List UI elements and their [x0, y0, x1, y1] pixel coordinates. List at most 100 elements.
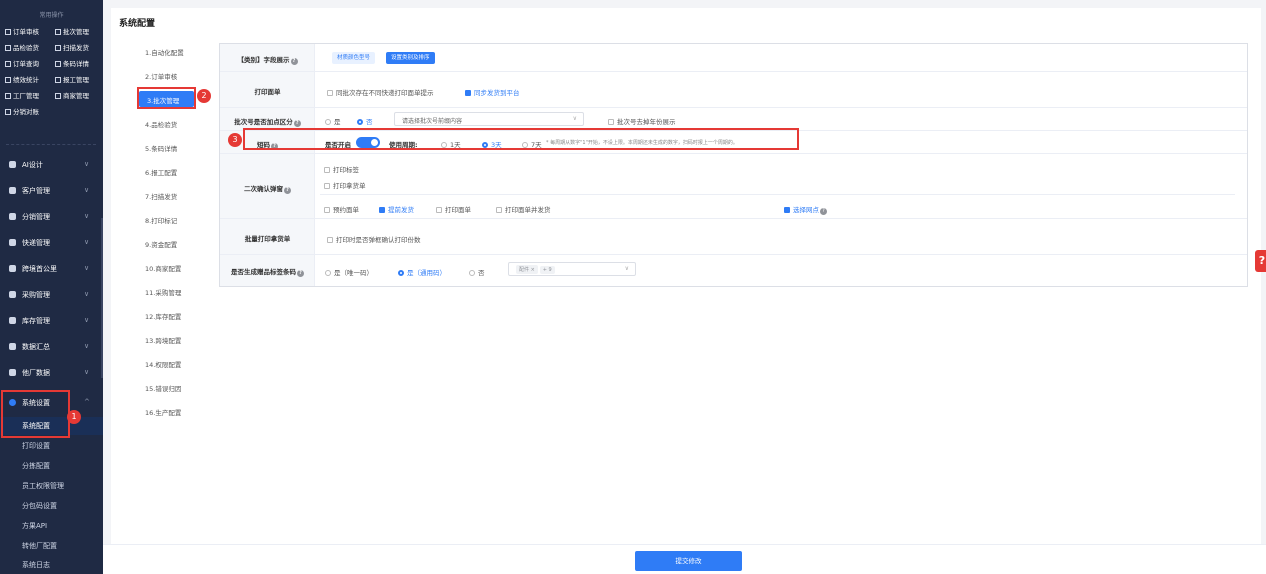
highlight-box-3	[243, 128, 799, 150]
menu-customers[interactable]: 客户管理 ∨	[0, 180, 103, 202]
toc-item[interactable]: 15.错误归因	[137, 379, 207, 395]
quick-item[interactable]: 绩效统计	[5, 74, 39, 84]
toc-item[interactable]: 2.订单审核	[137, 67, 207, 83]
submenu-package-code[interactable]: 分包码设置	[0, 497, 103, 515]
chevron-down-icon: ∨	[84, 212, 90, 220]
radio-no[interactable]: 否	[357, 116, 373, 126]
checkbox-print-pick-list[interactable]: 打印拿货单	[324, 180, 366, 190]
field-tag[interactable]: 材质颜色型号	[332, 52, 376, 64]
submenu-print-settings[interactable]: 打印设置	[0, 437, 103, 455]
help-icon[interactable]: ?	[1255, 250, 1266, 272]
toc-item[interactable]: 11.采购管理	[137, 283, 207, 299]
checkbox-diff-express-prompt[interactable]: 同批次存在不同快递打印面单提示	[327, 87, 434, 97]
chart-icon	[9, 343, 16, 350]
row-category-display: 【类别】字段展示? 材质颜色型号 设置类别及排序	[220, 44, 1247, 72]
shop-icon	[55, 93, 61, 99]
help-icon[interactable]: ?	[284, 187, 291, 194]
checkbox-print-and-ship[interactable]: 打印面单并发货	[496, 204, 551, 214]
category-sort-button[interactable]: 设置类别及排序	[386, 52, 435, 64]
data-icon	[9, 369, 16, 376]
toc-item[interactable]: 16.生产配置	[137, 403, 207, 419]
menu-inventory[interactable]: 库存管理 ∨	[0, 310, 103, 332]
toc-item[interactable]: 14.权限配置	[137, 355, 207, 371]
row-gift-label-code: 是否生成赠品标签条码? 是（唯一码） 是（通用码） 否 配件 × + 9 ∨	[220, 255, 1247, 286]
toc-item[interactable]: 7.扫描发货	[137, 187, 207, 203]
submenu-sorting-config[interactable]: 分拣配置	[0, 457, 103, 475]
row-label: 是否生成赠品标签条码?	[220, 266, 315, 277]
menu-crossborder[interactable]: 跨境首公里 ∨	[0, 258, 103, 280]
warehouse-icon	[9, 317, 16, 324]
row-label: 批次号是否加点区分?	[220, 116, 315, 127]
quick-item[interactable]: 订单查询	[5, 58, 39, 68]
submenu-staff-permissions[interactable]: 员工权限管理	[0, 477, 103, 495]
quick-item[interactable]: 条码详情	[55, 58, 89, 68]
gift-type-select[interactable]: 配件 × + 9 ∨	[508, 262, 636, 276]
query-icon	[5, 61, 11, 67]
quick-item[interactable]: 工厂管理	[5, 90, 39, 100]
menu-ai-design[interactable]: AI设计 ∨	[0, 154, 103, 176]
chevron-down-icon: ∨	[84, 316, 90, 324]
radio-yes[interactable]: 是	[325, 116, 341, 126]
sidebar-divider	[6, 144, 96, 145]
toc-item[interactable]: 10.商家配置	[137, 259, 207, 275]
radio-unique-code[interactable]: 是（唯一码）	[325, 267, 373, 277]
toc-item[interactable]: 12.库存配置	[137, 307, 207, 323]
truck-icon	[9, 239, 16, 246]
row-label: 批量打印拿货单	[244, 235, 291, 243]
radio-no-gift[interactable]: 否	[469, 267, 485, 277]
globe-icon	[9, 265, 16, 272]
batch-prefix-select[interactable]: 请选择批次号前缀内容 ∨	[394, 112, 584, 126]
checkbox-print-waybill[interactable]: 打印面单	[436, 204, 471, 214]
submenu-transfer-factory[interactable]: 转他厂配置	[0, 537, 103, 555]
chevron-down-icon: ∨	[84, 368, 90, 376]
submit-button[interactable]: 提交修改	[635, 551, 742, 571]
toc-item[interactable]: 13.跨境配置	[137, 331, 207, 347]
quick-item[interactable]: 品检验货	[5, 42, 39, 52]
checkbox-confirm-copies[interactable]: 打印时是否弹框确认打印份数	[327, 234, 421, 244]
checkbox-sync-ship-platform[interactable]: 同步发货到平台	[465, 87, 520, 97]
quick-item[interactable]: 扫描发货	[55, 42, 89, 52]
menu-purchase[interactable]: 采购管理 ∨	[0, 284, 103, 306]
quick-item[interactable]: 分销对账	[5, 106, 39, 116]
chevron-down-icon: ∨	[84, 264, 90, 272]
help-icon[interactable]: ?	[297, 270, 304, 277]
barcode-icon	[55, 61, 61, 67]
menu-data-summary[interactable]: 数据汇总 ∨	[0, 336, 103, 358]
quick-item[interactable]: 商家管理	[55, 90, 89, 100]
main-content: 系统配置 1.自动化配置 2.订单审核 3.批次管理 4.品检验货 5.条码详情…	[103, 0, 1266, 574]
toc-item[interactable]: 1.自动化配置	[137, 43, 207, 59]
batch-icon	[55, 29, 61, 35]
quick-item[interactable]: 报工管理	[55, 74, 89, 84]
factory-icon	[5, 93, 11, 99]
scan-icon	[55, 45, 61, 51]
submenu-api[interactable]: 方果API	[0, 517, 103, 535]
chevron-down-icon: ∨	[572, 115, 577, 122]
checklist-icon	[5, 29, 11, 35]
quick-item[interactable]: 批次管理	[55, 26, 89, 36]
toc-item[interactable]: 6.报工配置	[137, 163, 207, 179]
checkbox-reserve-waybill[interactable]: 预约面单	[324, 204, 359, 214]
quick-actions-title: 常用操作	[39, 12, 64, 19]
cart-icon	[9, 291, 16, 298]
checkbox-early-ship[interactable]: 提前发货	[379, 204, 414, 214]
toc-item[interactable]: 9.资金配置	[137, 235, 207, 251]
checkbox-remove-year[interactable]: 批次号去掉年份展示	[608, 116, 676, 126]
submenu-system-log[interactable]: 系统日志	[0, 556, 103, 574]
help-icon[interactable]: ?	[290, 58, 298, 65]
more-tag: + 9	[539, 266, 555, 274]
row-label: 【类别】字段展示?	[220, 54, 315, 65]
toc-item[interactable]: 8.打印标记	[137, 211, 207, 227]
menu-distribution[interactable]: 分销管理 ∨	[0, 206, 103, 228]
settings-panel: 【类别】字段展示? 材质颜色型号 设置类别及排序 打印面单 同批次存在不同快递打…	[219, 43, 1248, 287]
help-icon[interactable]: ?	[820, 208, 827, 215]
checkbox-select-outlet[interactable]: 选择网点?	[784, 204, 827, 215]
quick-item[interactable]: 订单审核	[5, 26, 39, 36]
radio-common-code[interactable]: 是（通用码）	[398, 267, 446, 277]
reconcile-icon	[5, 109, 11, 115]
toc-item[interactable]: 4.品检验货	[137, 115, 207, 131]
toc-item[interactable]: 5.条码详情	[137, 139, 207, 155]
checkbox-print-label[interactable]: 打印标签	[324, 164, 359, 174]
menu-express[interactable]: 快递管理 ∨	[0, 232, 103, 254]
menu-other-factory-data[interactable]: 他厂数据 ∨	[0, 362, 103, 384]
help-icon[interactable]: ?	[293, 120, 301, 127]
